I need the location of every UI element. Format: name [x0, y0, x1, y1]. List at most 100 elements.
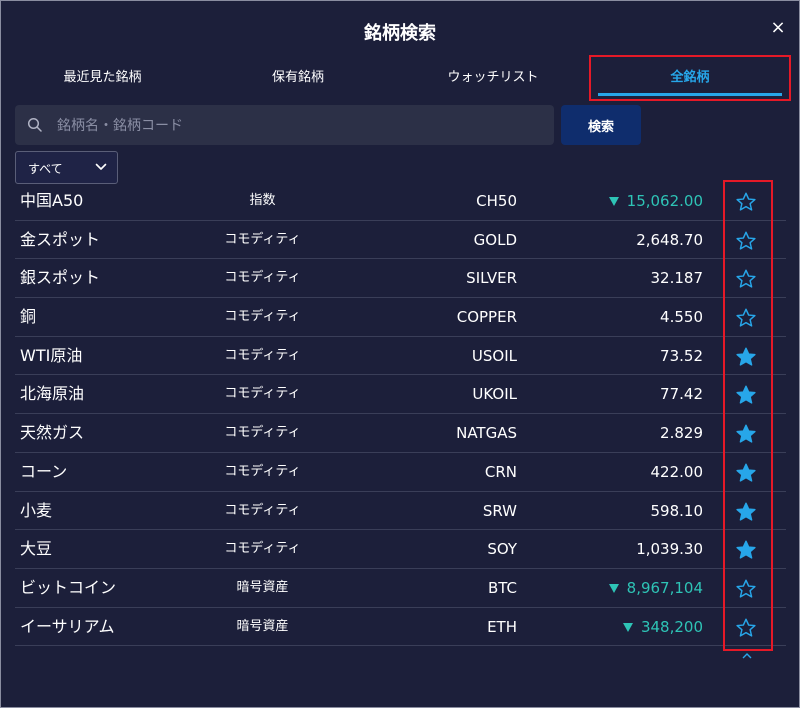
price-value: 2.829 [660, 424, 703, 443]
star-outline-icon [736, 269, 756, 288]
instrument-price: 1,039.30 [545, 530, 703, 568]
instrument-code: CH50 [476, 192, 517, 210]
table-row[interactable]: 大豆 コモディティ SOY 1,039.30 [15, 530, 786, 569]
search-input[interactable] [55, 105, 539, 147]
table-row[interactable]: 銀スポット コモディティ SILVER 32.187 [15, 259, 786, 299]
instrument-name: 北海原油 [20, 384, 85, 404]
favorite-toggle[interactable] [735, 346, 759, 368]
favorite-toggle[interactable] [735, 307, 759, 329]
table-row[interactable]: ビットコイン 暗号資産 BTC 8,967,104 [15, 569, 786, 608]
instrument-name: WTI原油 [20, 345, 83, 365]
tab-all[interactable]: 全銘柄 [590, 62, 790, 96]
table-row[interactable]: 金スポット コモディティ GOLD 2,648.70 [15, 221, 786, 260]
instrument-category: コモディティ [224, 502, 301, 518]
search-button[interactable]: 検索 [561, 105, 641, 145]
instrument-code: SOY [487, 540, 517, 559]
instrument-price: 32.187 [545, 259, 704, 297]
tab-label: 全銘柄 [670, 70, 710, 85]
price-value: 73.52 [660, 346, 703, 365]
filter-selected-label: すべて [28, 162, 63, 176]
tab-label: ウォッチリスト [447, 70, 539, 85]
table-row[interactable]: 中国A50 指数 CH50 15,062.00 [15, 182, 786, 221]
instrument-category: コモディティ [224, 309, 301, 325]
instrument-name: 銅 [20, 307, 37, 327]
price-down-arrow-icon [622, 622, 633, 632]
instrument-price: 2,648.70 [545, 221, 703, 259]
star-outline-icon [736, 231, 756, 250]
table-row[interactable]: 小麦 コモディティ SRW 598.10 [15, 492, 786, 531]
favorite-toggle[interactable] [735, 617, 759, 639]
instrument-price: 77.42 [545, 375, 703, 413]
instrument-price: 2.829 [545, 414, 703, 452]
instrument-code: UKOIL [472, 385, 517, 404]
close-icon[interactable]: × [766, 16, 790, 40]
table-row[interactable]: 北海原油 コモディティ UKOIL 77.42 [15, 375, 786, 415]
tab-label: 最近見た銘柄 [63, 70, 142, 85]
favorite-toggle[interactable] [735, 230, 759, 252]
search-icon [27, 117, 42, 132]
favorite-toggle[interactable] [735, 384, 759, 406]
price-value: 4.550 [660, 308, 703, 327]
instrument-code: GOLD [473, 230, 517, 249]
table-row[interactable]: コーン コモディティ CRN 422.00 [15, 453, 786, 492]
instrument-price: 422.00 [545, 453, 704, 491]
favorite-toggle[interactable] [735, 423, 759, 445]
tab-holdings[interactable]: 保有銘柄 [198, 62, 398, 94]
instrument-category: コモディティ [224, 541, 301, 557]
instrument-name: 小麦 [20, 500, 53, 520]
instrument-code: ETH [487, 617, 517, 636]
price-value: 8,967,104 [626, 578, 703, 597]
favorite-toggle[interactable] [735, 578, 759, 600]
price-value: 348,200 [640, 617, 703, 636]
favorite-toggle[interactable] [735, 462, 759, 484]
price-value: 422.00 [650, 462, 704, 481]
instrument-code: COPPER [456, 308, 517, 327]
tab-bar: 最近見た銘柄 保有銘柄 ウォッチリスト 全銘柄 [0, 62, 800, 100]
search-box [15, 105, 554, 147]
star-outline-icon [736, 579, 756, 598]
instrument-name: 金スポット [20, 229, 101, 249]
price-value: 32.187 [650, 269, 704, 288]
table-row[interactable]: 天然ガス コモディティ NATGAS 2.829 [15, 414, 786, 453]
instrument-name: 天然ガス [20, 423, 85, 443]
star-filled-icon [736, 540, 756, 559]
favorite-toggle[interactable] [735, 539, 759, 561]
instrument-code: CRN [484, 462, 517, 481]
instrument-category: コモディティ [224, 425, 301, 441]
star-outline-icon [736, 618, 756, 637]
instrument-table: 中国A50 指数 CH50 15,062.00 金スポット コモディティ GOLD 2,648… [15, 182, 786, 647]
instrument-code: SILVER [466, 269, 517, 288]
instrument-code: NATGAS [456, 424, 517, 443]
instrument-code: SRW [482, 501, 517, 520]
price-value: 77.42 [660, 385, 703, 404]
favorite-toggle[interactable] [735, 268, 759, 290]
tab-active-underline [598, 93, 782, 96]
favorite-toggle[interactable] [735, 501, 759, 523]
price-value: 1,039.30 [636, 540, 703, 559]
category-filter-dropdown[interactable]: すべて [15, 151, 118, 184]
instrument-category: コモディティ [224, 463, 301, 479]
instrument-price: 8,967,104 [545, 569, 703, 607]
instrument-name: 中国A50 [20, 191, 84, 210]
instrument-category: コモディティ [224, 386, 301, 402]
tab-recent[interactable]: 最近見た銘柄 [0, 62, 205, 94]
instrument-code: BTC [487, 578, 517, 597]
instrument-category: コモディティ [224, 270, 301, 286]
star-filled-icon [736, 385, 756, 405]
table-row[interactable]: 銅 コモディティ COPPER 4.550 [15, 298, 786, 337]
tab-watchlist[interactable]: ウォッチリスト [393, 62, 593, 94]
instrument-price: 598.10 [545, 492, 704, 530]
table-row[interactable]: WTI原油 コモディティ USOIL 73.52 [15, 337, 786, 376]
instrument-name: イーサリアム [20, 616, 115, 636]
star-filled-icon [736, 424, 756, 443]
dialog-header: 銘柄検索 × [0, 0, 800, 62]
instrument-category: コモディティ [224, 231, 301, 247]
table-row[interactable]: イーサリアム 暗号資産 ETH 348,200 [15, 608, 786, 647]
instrument-category: 暗号資産 [236, 579, 289, 595]
instrument-category: コモディティ [224, 347, 301, 363]
instrument-price: 15,062.00 [545, 182, 703, 220]
instrument-category: 指数 [249, 193, 276, 208]
instrument-price: 73.52 [545, 337, 703, 375]
favorite-toggle[interactable] [735, 191, 759, 213]
instrument-price: 348,200 [545, 608, 703, 646]
